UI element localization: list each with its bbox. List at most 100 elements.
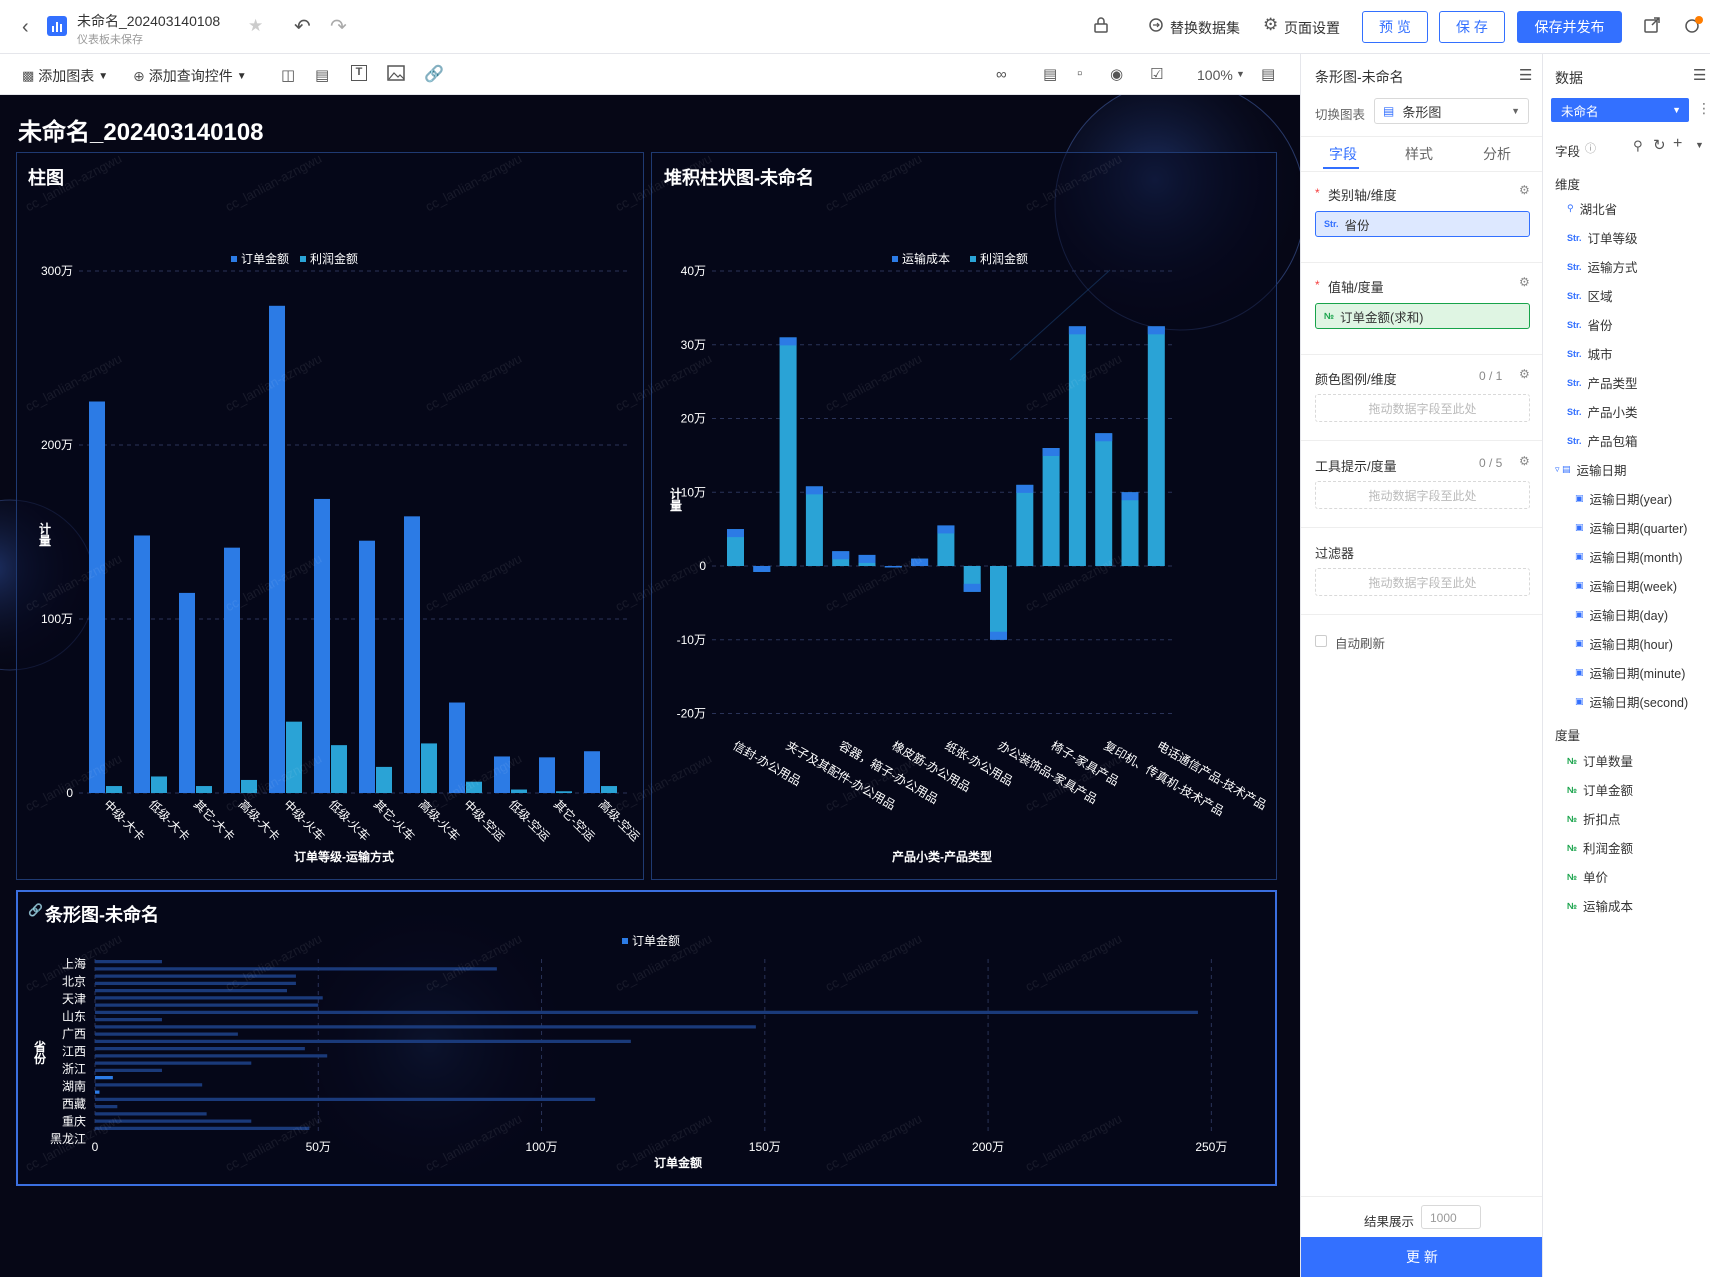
export-icon[interactable]: ▫ [1077, 65, 1082, 82]
tab-component-icon[interactable]: ◫ [281, 66, 295, 84]
dimension-field-item[interactable]: Str. 产品包箱 [1567, 431, 1638, 450]
dimension-field-item[interactable]: Str. 产品类型 [1567, 373, 1638, 392]
horizontal-bar-chart: 订单金额0 50万 100万 150万 200万 250万订单金额省份上海北京天津山东广西… [33, 933, 1227, 1170]
preview-button[interactable]: 预 览 [1362, 11, 1428, 43]
chevron-down-icon: ▼ [1511, 106, 1520, 116]
dashboard-name[interactable]: 未命名_202403140108 [77, 11, 220, 31]
chevron-down-icon[interactable]: ▼ [1695, 140, 1704, 150]
gear-icon[interactable]: ⚙ [1519, 183, 1530, 197]
update-button[interactable]: 更 新 [1301, 1237, 1543, 1277]
dimension-field-item[interactable]: ▣ 运输日期(minute) [1575, 663, 1685, 682]
add-chart-button[interactable]: ▩ 添加图表 ▼ [22, 66, 108, 86]
dimension-field-item[interactable]: ▣ 运输日期(month) [1575, 547, 1683, 566]
chart-panel-bar[interactable]: 🔗 条形图-未命名 订单金额 0 50万 100万 150万 200万 250万 订单金额省份… [16, 890, 1277, 1186]
dimension-field-item[interactable]: ▣ 运输日期(hour) [1575, 634, 1673, 653]
measure-field-item[interactable]: № 订单金额 [1567, 780, 1633, 799]
filter-drop-zone[interactable]: 拖动数据字段至此处 [1315, 568, 1530, 596]
layout-container-icon[interactable]: ▤ [315, 66, 329, 84]
tooltip-drop-zone[interactable]: 拖动数据字段至此处 [1315, 481, 1530, 509]
add-icon[interactable]: + [1673, 135, 1682, 153]
gear-icon[interactable]: ⚙ [1519, 367, 1530, 381]
dimension-field-item[interactable]: ⚲ 湖北省 [1567, 199, 1617, 218]
replace-dataset-button[interactable]: 替换数据集 [1170, 18, 1240, 38]
add-query-control-button[interactable]: ⊕ 添加查询控件 ▼ [133, 66, 247, 86]
chart-panel-stacked[interactable]: 堆积柱状图-未命名 运输成本 利润金额 -20万 -10万 0 10万 20万 30万 40万计… [651, 152, 1277, 880]
dimension-field-item[interactable]: ▣ 运输日期(quarter) [1575, 518, 1687, 537]
category-field-name: 省份 [1344, 218, 1370, 233]
report-icon[interactable]: ▤ [1043, 65, 1057, 83]
checkbox-icon[interactable]: ☑ [1150, 65, 1163, 83]
undo-icon[interactable]: ↶ [294, 14, 311, 39]
chevron-down-icon[interactable]: ▼ [1236, 69, 1245, 79]
tab-fields[interactable]: 字段 [1329, 144, 1357, 164]
save-button[interactable]: 保 存 [1439, 11, 1505, 43]
filter-clear-icon[interactable]: ◉ [1110, 65, 1123, 83]
save-publish-button[interactable]: 保存并发布 [1517, 11, 1622, 43]
measure-field-item[interactable]: № 单价 [1567, 867, 1608, 886]
refresh-icon[interactable]: ↻ [1653, 136, 1666, 154]
bar [95, 1068, 162, 1072]
gear-icon[interactable]: ⚙ [1519, 275, 1530, 289]
measure-field-item[interactable]: № 订单数量 [1567, 751, 1633, 770]
replace-dataset-icon[interactable] [1148, 17, 1164, 33]
dimension-field-item[interactable]: Str. 运输方式 [1567, 257, 1638, 276]
back-icon[interactable]: ‹ [22, 16, 29, 39]
bar [95, 1083, 203, 1087]
field-type-icon: Str. [1567, 232, 1582, 243]
x-axis-label: 产品小类-产品类型 [892, 849, 992, 864]
field-name: 省份 [1587, 319, 1613, 333]
tab-analysis[interactable]: 分析 [1483, 144, 1511, 164]
column-chart: 订单金额 利润金额0100万200万300万计量中级-大卡低级-大卡其它-大卡高级… [39, 251, 643, 864]
share-icon[interactable] [1643, 16, 1661, 34]
bar-segment [884, 566, 902, 568]
notification-icon[interactable] [1684, 15, 1704, 35]
search-icon[interactable]: ⚲ [1633, 138, 1643, 154]
bar [556, 791, 572, 793]
text-box-icon[interactable]: T [351, 65, 367, 81]
auto-refresh-checkbox[interactable] [1315, 635, 1327, 647]
dashboard-canvas: 未命名_202403140108 柱图 订单金额 利润金额 0 100万 200万 300… [0, 95, 1300, 1277]
result-limit-input[interactable]: 1000 [1421, 1205, 1481, 1229]
page-settings-button[interactable]: 页面设置 [1284, 18, 1340, 38]
gear-icon[interactable]: ⚙ [1519, 454, 1530, 468]
field-name: 运输日期(year) [1589, 493, 1673, 507]
color-drop-zone[interactable]: 拖动数据字段至此处 [1315, 394, 1530, 422]
dimension-field-item[interactable]: Str. 区域 [1567, 286, 1613, 305]
link-icon[interactable]: 🔗 [424, 64, 444, 84]
gear-icon[interactable]: ⚙ [1263, 15, 1278, 35]
tab-style[interactable]: 样式 [1405, 144, 1433, 164]
star-icon[interactable]: ★ [248, 16, 263, 36]
bar-segment [1042, 448, 1060, 456]
more-icon[interactable]: ⋮ [1697, 100, 1710, 117]
dimension-field-item[interactable]: Str. 省份 [1567, 315, 1613, 334]
dimension-field-item[interactable]: ▣ 运输日期(second) [1575, 692, 1688, 711]
dataset-select[interactable]: 未命名 ▼ [1551, 98, 1689, 122]
category-field-pill[interactable]: Str. 省份 [1315, 211, 1530, 237]
dimension-field-item[interactable]: ▣ 运输日期(week) [1575, 576, 1677, 595]
bar-segment [1068, 326, 1086, 566]
lock-icon[interactable] [1094, 17, 1108, 33]
add-chart-label: 添加图表 [38, 68, 95, 84]
redo-icon[interactable]: ↷ [330, 14, 347, 39]
chart-panel-column[interactable]: 柱图 订单金额 利润金额 0 100万 200万 300万计量中级-大卡 低级-大卡 其它-大… [16, 152, 644, 880]
dimension-field-item[interactable]: Str. 产品小类 [1567, 402, 1638, 421]
zoom-level[interactable]: 100% [1197, 67, 1233, 83]
chart-type-select[interactable]: ▤ 条形图 ▼ [1374, 98, 1529, 124]
linkage-icon[interactable]: ∞ [996, 66, 1007, 83]
menu-icon[interactable]: ☰ [1519, 66, 1532, 84]
x-tick-label: 其它-大卡 [191, 797, 238, 844]
measure-field-item[interactable]: № 利润金额 [1567, 838, 1633, 857]
value-field-pill[interactable]: № 订单金额(求和) [1315, 303, 1530, 329]
dimension-field-item[interactable]: Str. 城市 [1567, 344, 1613, 363]
dimension-field-item[interactable]: ▣ 运输日期(day) [1575, 605, 1668, 624]
image-icon[interactable] [387, 65, 405, 81]
measure-field-item[interactable]: № 运输成本 [1567, 896, 1633, 915]
ruler-icon[interactable]: ▤ [1261, 65, 1275, 83]
dimension-field-item[interactable]: ▿ ▤ 运输日期 [1555, 460, 1627, 479]
x-tick-label: 办公装饰品-家具产品 [996, 738, 1100, 807]
bar [95, 1119, 252, 1123]
dimension-field-item[interactable]: Str. 订单等级 [1567, 228, 1638, 247]
dimension-field-item[interactable]: ▣ 运输日期(year) [1575, 489, 1672, 508]
measure-field-item[interactable]: № 折扣点 [1567, 809, 1621, 828]
menu-icon[interactable]: ☰ [1693, 66, 1706, 84]
